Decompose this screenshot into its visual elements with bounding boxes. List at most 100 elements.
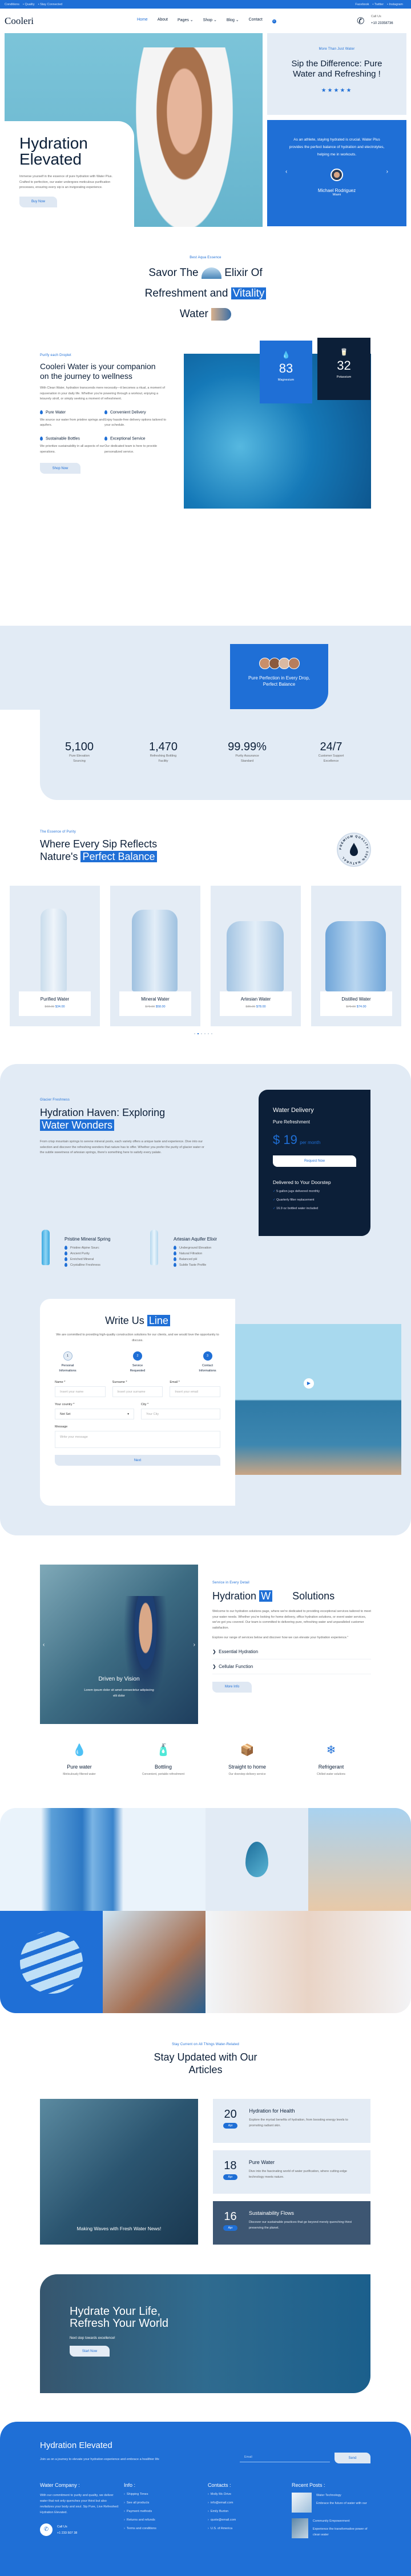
- more-info-button[interactable]: More Info: [212, 1681, 252, 1693]
- recent-post[interactable]: Community Empowerment Experience the tran…: [292, 2518, 372, 2538]
- products-header: The Essence of Purity Where Every Sip Re…: [40, 830, 211, 863]
- gallery-beaker: [206, 1911, 411, 2013]
- logo[interactable]: Cooleri: [5, 15, 34, 27]
- bottle-icon: 🧴: [156, 1744, 171, 1757]
- feature-delivery: 📦 Straight to home Our doorstep delivery s…: [216, 1743, 279, 1776]
- drop-icon: 💧: [72, 1744, 87, 1757]
- footer-link[interactable]: › Shipping Times: [124, 2493, 156, 2496]
- surname-input[interactable]: Insert your surname: [112, 1386, 163, 1397]
- step-3[interactable]: 3 Contact Informations: [195, 1351, 220, 1374]
- plan-price: $ 19: [273, 1133, 297, 1147]
- contact-form: Write Us Line We are committed to provid…: [40, 1299, 235, 1506]
- city-input[interactable]: Your City: [141, 1409, 220, 1419]
- footer-title: Hydration Elevated: [40, 2441, 112, 2450]
- nav-about[interactable]: About: [158, 18, 168, 23]
- about-label: Purify each Droplet: [40, 354, 71, 357]
- slide-text: Lorem ipsum dolor sit amet consectetur a…: [84, 1689, 154, 1698]
- request-now-button[interactable]: Request Now: [273, 1155, 356, 1167]
- call-label: Call Us: [371, 15, 381, 18]
- step-2[interactable]: 2 Service Requested: [125, 1351, 151, 1374]
- footer-link[interactable]: › Terms and conditions: [124, 2527, 156, 2530]
- article-card[interactable]: 20 Apr Hydration for Health Explore the myr…: [213, 2099, 370, 2143]
- nav-pages[interactable]: Pages ⌄: [178, 18, 194, 23]
- topbar-link[interactable]: Quality: [25, 3, 34, 6]
- product-card[interactable]: Purified Water $68.00 $34.00: [10, 886, 100, 1026]
- perfection-card: Pure Perfection in Every Drop, Perfect B…: [230, 644, 328, 709]
- shop-now-button[interactable]: Shop Now: [40, 463, 80, 474]
- nav-blog[interactable]: Blog ⌄: [227, 18, 239, 23]
- form-text: We are committed to providing high-quali…: [56, 1333, 219, 1342]
- facebook-link[interactable]: Facebook: [355, 3, 369, 6]
- counter-bg: [0, 626, 411, 710]
- nav-contact[interactable]: Contact: [249, 18, 263, 23]
- glass-icon: 🥛: [340, 348, 348, 356]
- drop-icon: [40, 436, 43, 441]
- footer-link[interactable]: › Payment methods: [124, 2510, 156, 2513]
- slider-prev-icon[interactable]: ‹: [43, 1642, 45, 1648]
- side-title: Sip the Difference: Pure Water and Refre…: [291, 59, 382, 79]
- about-section: Purify each Droplet Cooleri Water is you…: [40, 354, 166, 474]
- topbar-link[interactable]: Stay Connected: [40, 3, 62, 6]
- gallery-family: [308, 1808, 411, 1911]
- slider-next-icon[interactable]: ›: [194, 1642, 195, 1648]
- start-now-button[interactable]: Start Now: [70, 2346, 110, 2357]
- play-video-button[interactable]: ▶: [304, 1378, 314, 1389]
- feature-item: Convenient Delivery Enjoy hassle-free del…: [104, 410, 166, 427]
- footer-link[interactable]: › See all products: [124, 2501, 156, 2505]
- nav-home[interactable]: Home: [137, 18, 148, 23]
- product-card[interactable]: Mineral Water $73.00 $58.00: [110, 886, 200, 1026]
- header-phone[interactable]: +10 23358736: [371, 22, 393, 25]
- footer-contacts: Contacts : › Molly Mc Drive › info@email.…: [208, 2482, 236, 2530]
- haven-product: Artesian Aquifer Elixir Underground Elev…: [174, 1237, 217, 1267]
- nav-shop[interactable]: Shop ⌄: [203, 18, 217, 23]
- next-arrow-icon[interactable]: ›: [386, 169, 388, 175]
- service-content: Service in Every Detail Hydration W Solu…: [212, 1581, 371, 1693]
- cta-title: Hydrate Your Life, Refresh Your World: [70, 2305, 169, 2330]
- article-card[interactable]: 16 Apr Sustainability Flows Discover our su…: [213, 2201, 370, 2245]
- gallery: [0, 1808, 411, 2013]
- send-button[interactable]: Send: [335, 2453, 370, 2463]
- next-button[interactable]: Next: [55, 1455, 220, 1466]
- prev-arrow-icon[interactable]: ‹: [285, 169, 287, 175]
- phone-icon: ✆: [357, 17, 365, 26]
- name-input[interactable]: Insert your name: [55, 1386, 106, 1397]
- footer-company: Water Company : With our commitment to pu…: [40, 2482, 120, 2536]
- topbar-link[interactable]: Conditions: [5, 3, 19, 6]
- product-card[interactable]: Distilled Water $79.00 $74.00: [311, 886, 401, 1026]
- step-1[interactable]: 1 Personal Informations: [55, 1351, 80, 1374]
- testimonial-city: Miami: [332, 193, 341, 197]
- feature-icons: 💧 Pure water Meticulously filtered water 🧴…: [48, 1743, 362, 1776]
- form-title: Write Us Line: [55, 1315, 220, 1327]
- carousel-dots[interactable]: [194, 1033, 212, 1034]
- recent-post[interactable]: Water Technology Embrace the future of wa…: [292, 2493, 372, 2513]
- twitter-link[interactable]: Twitter: [374, 3, 384, 6]
- instagram-link[interactable]: Instagram: [389, 3, 403, 6]
- article-card[interactable]: 18 Apr Pure Water Dive into the fascinating…: [213, 2150, 370, 2194]
- article-list: 20 Apr Hydration for Health Explore the myr…: [213, 2099, 370, 2245]
- accordion-item[interactable]: ❯ Essential Hydration: [212, 1645, 371, 1659]
- footer-link[interactable]: › Returns and refunds: [124, 2518, 156, 2522]
- form-steps: 1 Personal Informations 2 Service Requeste…: [55, 1351, 220, 1374]
- haven-content: Glacier Freshness Hydration Haven: Explo…: [40, 1098, 211, 1156]
- chevron-down-icon: ▾: [127, 1412, 129, 1416]
- haven-product: Pristine Mineral Spring Pristine Alpine …: [65, 1237, 111, 1267]
- articles-title: Stay Updated with Our Articles: [154, 2051, 257, 2075]
- rating-stars: ★★★★★: [321, 87, 353, 94]
- featured-article[interactable]: Making Waves with Fresh Water News!: [40, 2099, 198, 2245]
- newsletter-email-input[interactable]: Email: [240, 2453, 330, 2462]
- about-title: Cooleri Water is your companion on the j…: [40, 362, 156, 381]
- country-select[interactable]: Not Set ▾: [55, 1409, 134, 1419]
- drop-icon: [104, 410, 107, 414]
- cart-badge[interactable]: 0: [272, 19, 276, 23]
- email-input[interactable]: Insert your email: [170, 1386, 220, 1397]
- potassium-card: 🥛 32 Potassium: [317, 338, 370, 400]
- message-textarea[interactable]: Write your message: [55, 1431, 220, 1448]
- gallery-bottles: [0, 1808, 206, 1911]
- product-card[interactable]: Artesian Water $85.00 $78.00: [211, 886, 301, 1026]
- delivery-plan-card: Water Delivery Pure Refreshment $ 19 per…: [259, 1090, 370, 1236]
- product-list: Purified Water $68.00 $34.00 Mineral Wate…: [10, 886, 401, 1026]
- accordion-item[interactable]: ❯ Cellular Function: [212, 1659, 371, 1674]
- gallery-man-drinking: [103, 1911, 206, 2013]
- buy-now-button[interactable]: Buy Now: [19, 196, 57, 207]
- testimonial-author: Michael Rodriguez: [317, 188, 356, 193]
